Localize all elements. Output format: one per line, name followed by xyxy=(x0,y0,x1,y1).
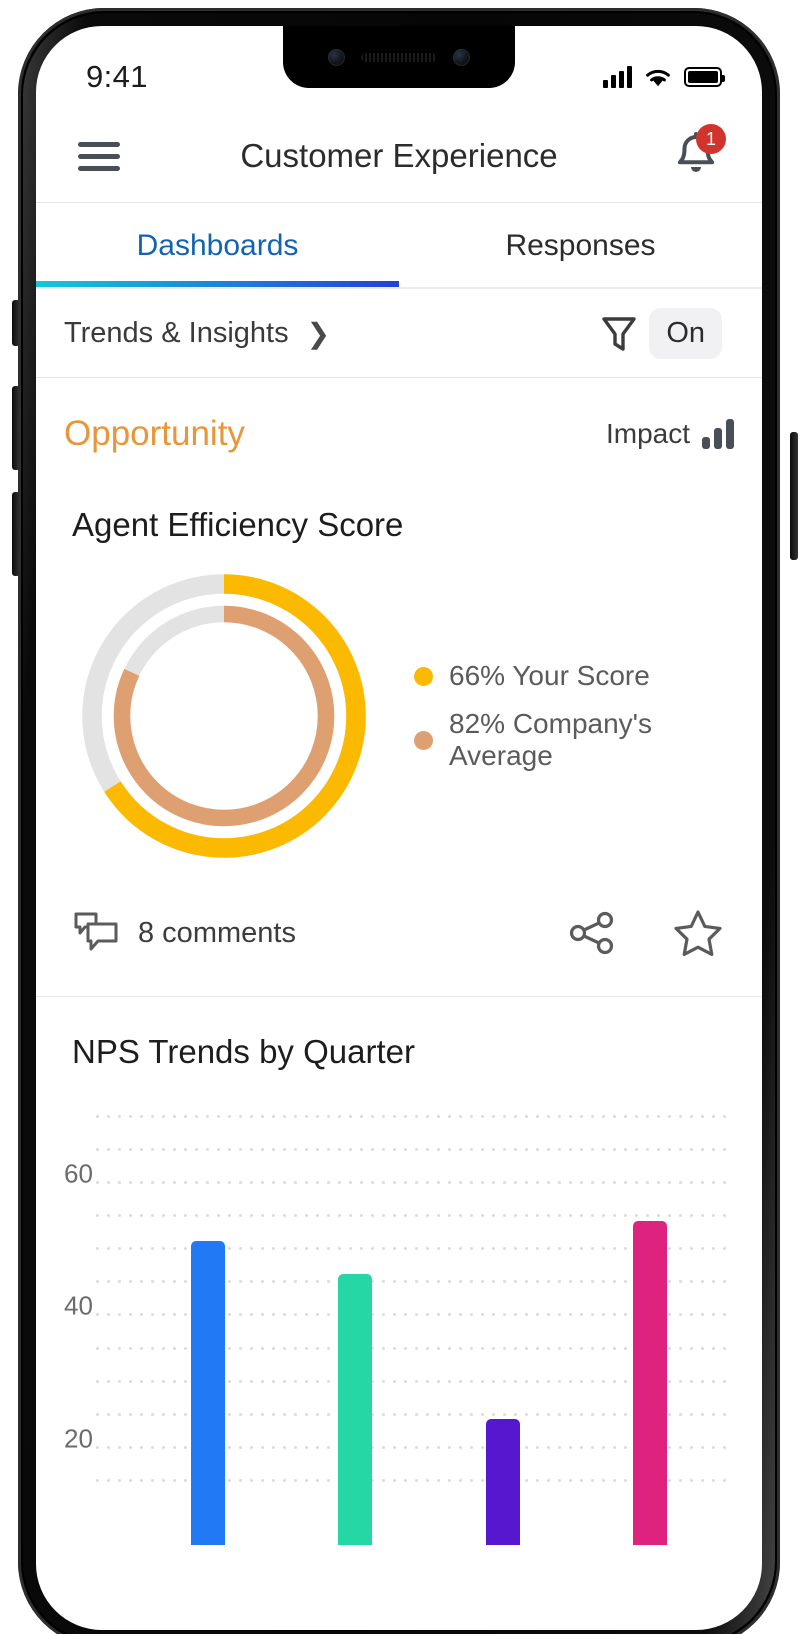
y-axis-tick-label: 40 xyxy=(64,1290,93,1321)
legend-item: 66% Your Score xyxy=(414,652,734,700)
wifi-icon xyxy=(646,69,670,86)
battery-full-icon xyxy=(684,67,725,87)
status-time: 9:41 xyxy=(86,59,148,94)
app-bar: Customer Experience 1 xyxy=(36,110,762,202)
volume-down-button[interactable] xyxy=(12,492,20,576)
tab-dashboards[interactable]: Dashboards xyxy=(36,203,399,287)
comment-bubbles-icon xyxy=(74,912,118,951)
tab-bar: Dashboards Responses xyxy=(36,203,762,287)
card-actions: 8 comments xyxy=(64,866,734,996)
filter-toggle-chip[interactable]: On xyxy=(649,307,722,359)
y-axis-tick-label: 20 xyxy=(64,1423,93,1454)
bar-chart-icon xyxy=(702,419,734,449)
legend-color-swatch xyxy=(414,730,433,750)
card-header: Opportunity Impact xyxy=(64,378,734,462)
opportunity-tag: Opportunity xyxy=(64,414,245,453)
status-icons xyxy=(603,66,725,89)
filter-funnel-icon[interactable] xyxy=(597,309,641,357)
impact-label: Impact xyxy=(605,418,690,449)
bar[interactable] xyxy=(190,1240,225,1545)
filter-row: Trends & Insights ❯ On xyxy=(36,289,762,377)
agent-efficiency-gauge: 66% Your Score 82% Company's Average xyxy=(64,544,734,866)
legend-color-swatch xyxy=(414,666,433,686)
phone-screen: 9:41 Customer Experience 1 Dashboards Re… xyxy=(36,26,762,1630)
card-action-icons xyxy=(566,906,726,960)
impact-indicator: Impact xyxy=(606,418,734,450)
double-ring-donut-chart xyxy=(82,574,366,858)
power-button[interactable] xyxy=(790,432,798,560)
breadcrumb[interactable]: Trends & Insights ❯ xyxy=(64,317,330,350)
y-axis-tick-label: 60 xyxy=(64,1158,93,1189)
donut-legend: 66% Your Score 82% Company's Average xyxy=(414,652,734,780)
chart-title: NPS Trends by Quarter xyxy=(72,1033,415,1070)
chevron-right-icon: ❯ xyxy=(306,317,331,349)
comments-button[interactable]: 8 comments xyxy=(72,910,296,956)
bar[interactable] xyxy=(485,1419,520,1545)
earpiece-speaker-icon xyxy=(361,52,437,62)
notification-badge: 1 xyxy=(696,124,726,154)
bar[interactable] xyxy=(338,1273,373,1545)
tab-responses[interactable]: Responses xyxy=(399,203,762,287)
bar[interactable] xyxy=(633,1220,668,1545)
face-id-sensor-icon xyxy=(453,48,470,66)
notifications-button[interactable]: 1 xyxy=(670,124,726,182)
star-outline-icon[interactable] xyxy=(670,906,726,960)
front-camera-icon xyxy=(328,48,345,66)
nps-bar-chart: 60 40 20 xyxy=(64,1115,734,1545)
volume-up-button[interactable] xyxy=(12,386,20,470)
legend-label: 66% Your Score xyxy=(449,660,650,691)
legend-label: 82% Company's Average xyxy=(449,708,652,771)
bar-group xyxy=(134,1115,724,1545)
page-title: Customer Experience xyxy=(240,137,558,174)
tab-active-underline xyxy=(36,281,399,287)
legend-item: 82% Company's Average xyxy=(414,700,734,780)
screenshot-stage: 9:41 Customer Experience 1 Dashboards Re… xyxy=(0,0,810,1634)
cellular-signal-icon xyxy=(603,66,632,88)
nps-chart-card: NPS Trends by Quarter 60 40 20 xyxy=(36,997,762,1545)
share-icon[interactable] xyxy=(566,907,618,959)
phone-notch xyxy=(283,26,515,88)
filter-controls: On xyxy=(597,307,722,359)
opportunity-card: Opportunity Impact Agent Efficiency Scor… xyxy=(36,378,762,996)
card-title: Agent Efficiency Score xyxy=(72,506,404,543)
breadcrumb-label: Trends & Insights xyxy=(64,316,289,349)
mute-switch-button[interactable] xyxy=(12,300,20,346)
comments-count-label: 8 comments xyxy=(138,916,296,949)
hamburger-menu-icon[interactable] xyxy=(78,135,120,178)
